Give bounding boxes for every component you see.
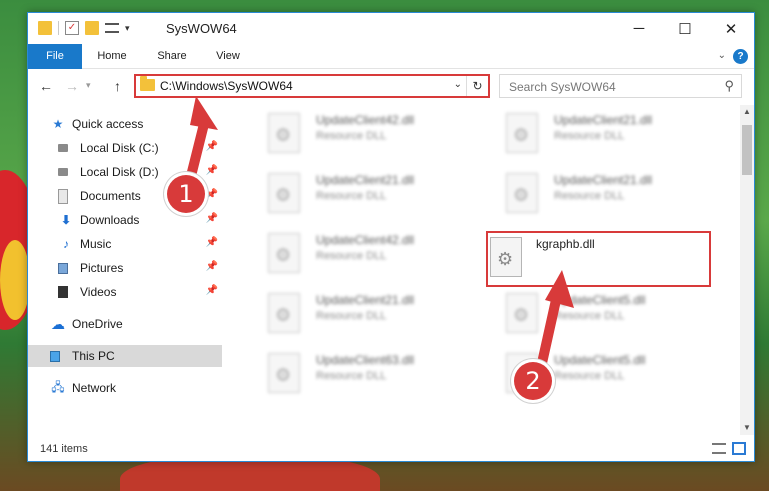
- annotation-arrows: [187, 96, 574, 377]
- callout-step-1: 1: [167, 175, 205, 213]
- callout-step-2: 2: [514, 362, 552, 400]
- arrow-1-shaft: [187, 115, 210, 177]
- arrow-1-head: [190, 96, 218, 130]
- arrow-2-shaft: [535, 295, 561, 377]
- arrow-2-head: [545, 270, 574, 308]
